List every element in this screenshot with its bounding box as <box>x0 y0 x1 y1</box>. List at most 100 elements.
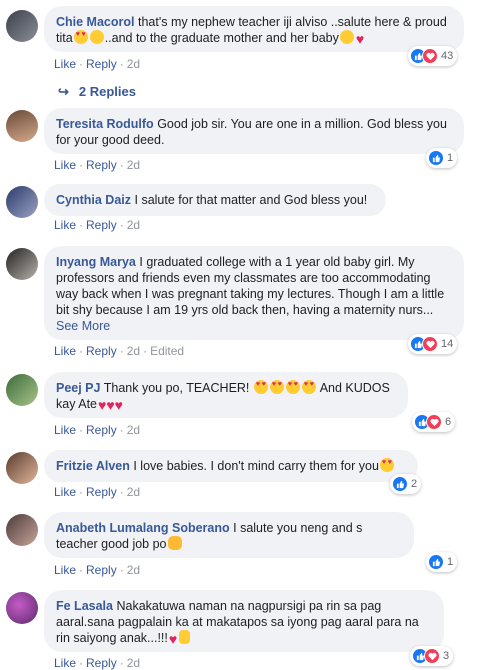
avatar[interactable] <box>6 248 38 280</box>
comment-fe-lasala: Fe Lasala Nakakatuwa naman na nagpursigi… <box>0 590 486 670</box>
comment-actions: Like · Reply · 2d <box>54 218 141 232</box>
comment-actions: Like · Reply · 2d <box>54 423 141 437</box>
comment-author[interactable]: Peej PJ <box>56 381 100 395</box>
reply-button[interactable]: Reply <box>86 218 117 232</box>
like-button[interactable]: Like <box>54 158 76 172</box>
comment-author[interactable]: Fe Lasala <box>56 599 113 613</box>
comment-text: I love babies. I don't mind carry them f… <box>133 459 379 473</box>
heart-icon <box>422 336 438 352</box>
reply-button[interactable]: Reply <box>86 344 117 358</box>
avatar[interactable] <box>6 186 38 218</box>
like-button[interactable]: Like <box>54 218 76 232</box>
heart-icon <box>424 648 440 664</box>
reaction-count: 1 <box>447 152 454 164</box>
reaction-summary[interactable]: 14 <box>408 334 458 354</box>
heart-eyes-emoji <box>73 30 88 44</box>
comment-bubble: Anabeth Lumalang Soberano I salute you n… <box>44 512 414 558</box>
blush-emoji <box>339 30 354 44</box>
comment-teresita-rodulfo: Teresita Rodulfo Good job sir. You are o… <box>0 108 486 178</box>
comment-bubble: Inyang Marya I graduated college with a … <box>44 246 464 340</box>
reaction-summary[interactable]: 1 <box>426 552 458 572</box>
heart-eyes-emoji <box>379 458 394 472</box>
comment-inyang-marya: Inyang Marya I graduated college with a … <box>0 246 486 362</box>
comment-bubble: Fritzie Alven I love babies. I don't min… <box>44 450 418 482</box>
reply-button[interactable]: Reply <box>86 57 117 71</box>
heart-icon <box>422 48 438 64</box>
reaction-count: 2 <box>411 478 418 490</box>
avatar[interactable] <box>6 374 38 406</box>
reaction-count: 6 <box>445 416 452 428</box>
reaction-summary[interactable]: 3 <box>410 646 454 666</box>
comment-bubble: Peej PJ Thank you po, TEACHER! And KUDOS… <box>44 372 408 418</box>
reaction-count: 3 <box>443 650 450 662</box>
thumbs-up-icon <box>428 150 444 166</box>
comment-peej-pj: Peej PJ Thank you po, TEACHER! And KUDOS… <box>0 372 486 438</box>
heart-eyes-emoji <box>285 380 300 394</box>
like-button[interactable]: Like <box>54 344 76 358</box>
comment-author[interactable]: Fritzie Alven <box>56 459 130 473</box>
comment-actions: Like · Reply · 2d · Edited <box>54 344 185 358</box>
like-button[interactable]: Like <box>54 656 76 670</box>
comment-author[interactable]: Anabeth Lumalang Soberano <box>56 521 230 535</box>
like-button[interactable]: Like <box>54 57 76 71</box>
reaction-count: 14 <box>441 338 454 350</box>
heart-emoji: ♥ <box>355 31 365 47</box>
reaction-summary[interactable]: 2 <box>390 474 422 494</box>
thumbs-up-icon <box>428 554 444 570</box>
comment-actions: Like · Reply · 2d <box>54 563 141 577</box>
timestamp[interactable]: 2d <box>127 158 140 172</box>
comment-bubble: Chie Macorol that's my nephew teacher ij… <box>44 6 464 52</box>
smiling-emoji <box>89 30 104 44</box>
comment-author[interactable]: Chie Macorol <box>56 15 135 29</box>
comment-actions: Like · Reply · 2d <box>54 656 141 670</box>
like-button[interactable]: Like <box>54 423 76 437</box>
timestamp[interactable]: 2d <box>127 423 140 437</box>
reply-button[interactable]: Reply <box>86 656 117 670</box>
heart-emoji: ♥♥♥ <box>98 397 123 413</box>
comment-author[interactable]: Cynthia Daiz <box>56 193 131 207</box>
comment-bubble: Fe Lasala Nakakatuwa naman na nagpursigi… <box>44 590 444 652</box>
comment-chie-macorol: Chie Macorol that's my nephew teacher ij… <box>0 0 486 108</box>
like-button[interactable]: Like <box>54 563 76 577</box>
edited-label[interactable]: Edited <box>150 344 184 358</box>
avatar[interactable] <box>6 10 38 42</box>
heart-emoji: ♥ <box>168 631 178 647</box>
timestamp[interactable]: 2d <box>127 656 140 670</box>
avatar[interactable] <box>6 592 38 624</box>
comment-author[interactable]: Inyang Marya <box>56 255 136 269</box>
reaction-summary[interactable]: 43 <box>408 46 458 66</box>
comment-actions: Like · Reply · 2d <box>54 485 141 499</box>
avatar[interactable] <box>6 452 38 484</box>
comment-fritzie-alven: Fritzie Alven I love babies. I don't min… <box>0 450 486 502</box>
comment-actions: Like · Reply · 2d <box>54 158 141 172</box>
comment-bubble: Teresita Rodulfo Good job sir. You are o… <box>44 108 464 154</box>
heart-eyes-emoji <box>301 380 316 394</box>
reaction-count: 43 <box>441 50 454 62</box>
comment-text: I salute for that matter and God bless y… <box>134 193 368 207</box>
avatar[interactable] <box>6 514 38 546</box>
reaction-summary[interactable]: 1 <box>426 148 458 168</box>
reaction-summary[interactable]: 6 <box>412 412 456 432</box>
heart-eyes-emoji <box>269 380 284 394</box>
comment-anabeth-lumalang-soberano: Anabeth Lumalang Soberano I salute you n… <box>0 512 486 582</box>
avatar[interactable] <box>6 110 38 142</box>
comment-actions: Like · Reply · 2d <box>54 57 141 71</box>
comment-author[interactable]: Teresita Rodulfo <box>56 117 154 131</box>
reply-button[interactable]: Reply <box>86 158 117 172</box>
reply-button[interactable]: Reply <box>86 485 117 499</box>
replies-label: 2 Replies <box>78 84 136 99</box>
like-button[interactable]: Like <box>54 485 76 499</box>
heart-icon <box>426 414 442 430</box>
reply-button[interactable]: Reply <box>86 423 117 437</box>
timestamp[interactable]: 2d <box>127 485 140 499</box>
timestamp[interactable]: 2d <box>127 218 140 232</box>
view-replies-link[interactable]: ↪ 2 Replies <box>58 84 136 100</box>
timestamp[interactable]: 2d <box>127 344 140 358</box>
timestamp[interactable]: 2d <box>127 563 140 577</box>
timestamp[interactable]: 2d <box>127 57 140 71</box>
see-more-link[interactable]: See More <box>56 319 110 333</box>
reply-button[interactable]: Reply <box>86 563 117 577</box>
reaction-count: 1 <box>447 556 454 568</box>
comment-cynthia-daiz: Cynthia Daiz I salute for that matter an… <box>0 184 486 234</box>
comment-text: Thank you po, TEACHER! <box>103 381 250 395</box>
